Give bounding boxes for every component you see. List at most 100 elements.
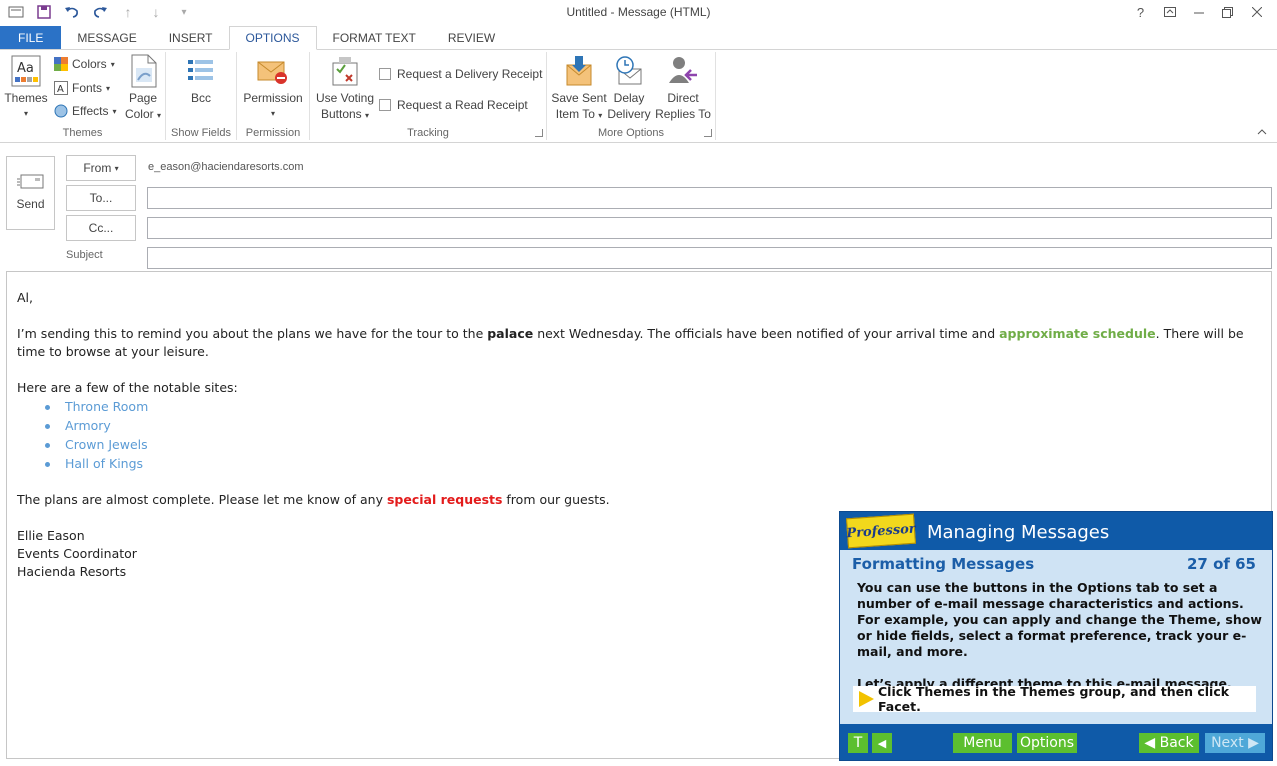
send-button[interactable]: Send: [6, 156, 55, 230]
chevron-down-icon: ▾: [157, 111, 162, 120]
play-arrow-icon: [859, 691, 874, 707]
tracking-group: Use Voting Buttons ▾ Request a Delivery …: [310, 52, 547, 140]
collapse-ribbon-icon[interactable]: [1257, 126, 1267, 138]
chevron-down-icon: ▾: [112, 106, 117, 116]
subject-field[interactable]: [147, 247, 1272, 269]
from-address: e_eason@haciendaresorts.com: [148, 161, 304, 173]
tutorial-counter: 27 of 65: [1186, 555, 1256, 573]
chevron-down-icon: ▾: [23, 109, 28, 118]
minimize-icon[interactable]: [1184, 2, 1213, 22]
checkbox-icon[interactable]: [379, 99, 391, 111]
previous-arrow-button[interactable]: ◀: [872, 733, 892, 753]
list-item: Throne Room: [45, 397, 1257, 416]
options-button[interactable]: Options: [1017, 733, 1077, 753]
chevron-down-icon: ▾: [114, 163, 119, 173]
restore-icon[interactable]: [1213, 2, 1242, 22]
permission-button[interactable]: Permission ▾: [242, 54, 304, 122]
bullet-icon: [45, 424, 50, 429]
colors-button[interactable]: Colors ▾: [54, 54, 115, 74]
list-item: Hall of Kings: [45, 454, 1257, 473]
cc-field[interactable]: [147, 217, 1272, 239]
help-icon[interactable]: ?: [1126, 2, 1155, 22]
tab-insert[interactable]: INSERT: [153, 26, 229, 49]
tab-file[interactable]: FILE: [0, 26, 62, 49]
themes-group: Aa Themes ▾ Colors ▾ A Fonts ▾ Effects ▾ Pa…: [0, 52, 166, 140]
dialog-launcher-icon[interactable]: [704, 129, 712, 137]
more-options-group-label: More Options: [597, 127, 665, 139]
ribbon: Aa Themes ▾ Colors ▾ A Fonts ▾ Effects ▾ Pa…: [0, 50, 1277, 143]
bcc-button[interactable]: Bcc: [181, 54, 221, 106]
chevron-down-icon: ▾: [106, 83, 111, 93]
list-item: Crown Jewels: [45, 435, 1257, 454]
save-sent-item-button[interactable]: Save Sent Item To ▾: [551, 54, 607, 124]
tutorial-subtitle: Formatting Messages: [852, 555, 1035, 573]
bullet-icon: [45, 405, 50, 410]
themes-group-label: Themes: [62, 127, 103, 139]
permission-group: Permission ▾ Permission: [237, 52, 310, 140]
paragraph-1: I’m sending this to remind you about the…: [17, 326, 1244, 359]
chevron-down-icon: ▾: [598, 111, 603, 120]
tab-review[interactable]: REVIEW: [432, 26, 511, 49]
fonts-icon: A: [54, 81, 68, 95]
back-button[interactable]: ◀ Back: [1139, 733, 1199, 753]
show-fields-group: Bcc Show Fields: [166, 52, 237, 140]
to-field[interactable]: [147, 187, 1272, 209]
svg-text:Aa: Aa: [17, 61, 34, 76]
permission-group-label: Permission: [245, 127, 301, 139]
bullet-icon: [45, 462, 50, 467]
to-button[interactable]: To...: [66, 185, 136, 211]
ribbon-tabs: FILE MESSAGE INSERT OPTIONS FORMAT TEXT …: [0, 26, 1277, 50]
paragraph-3: The plans are almost complete. Please le…: [17, 492, 610, 507]
tutorial-text: You can use the buttons in the Options t…: [857, 580, 1262, 691]
effects-button[interactable]: Effects ▾: [54, 101, 116, 121]
more-options-group: Save Sent Item To ▾ Delay Delivery Direc…: [547, 52, 716, 140]
show-fields-group-label: Show Fields: [171, 127, 231, 139]
direct-replies-icon: [666, 54, 700, 88]
list-item: Armory: [45, 416, 1257, 435]
tutorial-title: Managing Messages: [927, 522, 1110, 543]
delay-delivery-button[interactable]: Delay Delivery: [605, 54, 653, 122]
text-toggle-button[interactable]: T: [848, 733, 868, 753]
fonts-button[interactable]: A Fonts ▾: [54, 78, 110, 98]
svg-text:A: A: [57, 84, 64, 95]
sites-list: Throne Room Armory Crown Jewels Hall of …: [45, 397, 1257, 473]
close-icon[interactable]: [1242, 2, 1271, 22]
window-title: Untitled - Message (HTML): [566, 5, 711, 19]
professor-teaches-logo: Professor: [846, 513, 916, 549]
checkbox-icon[interactable]: [379, 68, 391, 80]
page-color-button[interactable]: Page Color ▾: [121, 54, 165, 124]
ribbon-display-icon[interactable]: [1155, 2, 1184, 22]
chevron-down-icon: ▾: [110, 59, 115, 69]
from-button[interactable]: From ▾: [66, 155, 136, 181]
page-color-icon: [126, 54, 160, 88]
window-controls: ?: [1126, 2, 1271, 22]
paragraph-2: Here are a few of the notable sites:: [17, 380, 238, 395]
next-button[interactable]: Next ▶: [1205, 733, 1265, 753]
direct-replies-to-button[interactable]: Direct Replies To: [653, 54, 713, 122]
tutorial-panel: Professor Managing Messages Formatting M…: [839, 511, 1273, 761]
tracking-group-label: Tracking: [407, 127, 449, 139]
save-sent-icon: [562, 54, 596, 88]
read-receipt-checkbox[interactable]: Request a Read Receipt: [379, 95, 528, 115]
bcc-icon: [184, 54, 218, 88]
themes-icon: Aa: [9, 54, 43, 88]
delay-delivery-icon: [612, 54, 646, 88]
tab-message[interactable]: MESSAGE: [61, 26, 152, 49]
use-voting-buttons-button[interactable]: Use Voting Buttons ▾: [314, 54, 376, 124]
dialog-launcher-icon[interactable]: [535, 129, 543, 137]
tab-options[interactable]: OPTIONS: [228, 26, 317, 50]
permission-icon: [256, 54, 290, 88]
menu-button[interactable]: Menu: [953, 733, 1012, 753]
themes-button[interactable]: Aa Themes ▾: [4, 54, 48, 122]
voting-icon: [328, 54, 362, 88]
tutorial-instruction: Click Themes in the Themes group, and th…: [853, 684, 1256, 714]
bullet-icon: [45, 443, 50, 448]
chevron-down-icon: ▾: [365, 111, 370, 120]
tutorial-footer: T ◀ Menu Options ◀ Back Next ▶: [840, 724, 1272, 760]
effects-icon: [54, 104, 68, 118]
cc-button[interactable]: Cc...: [66, 215, 136, 241]
tab-format-text[interactable]: FORMAT TEXT: [317, 26, 432, 49]
title-bar: ↑ ↓ ▾ Untitled - Message (HTML) ?: [0, 0, 1277, 26]
greeting: Al,: [17, 290, 33, 305]
delivery-receipt-checkbox[interactable]: Request a Delivery Receipt: [379, 64, 542, 84]
